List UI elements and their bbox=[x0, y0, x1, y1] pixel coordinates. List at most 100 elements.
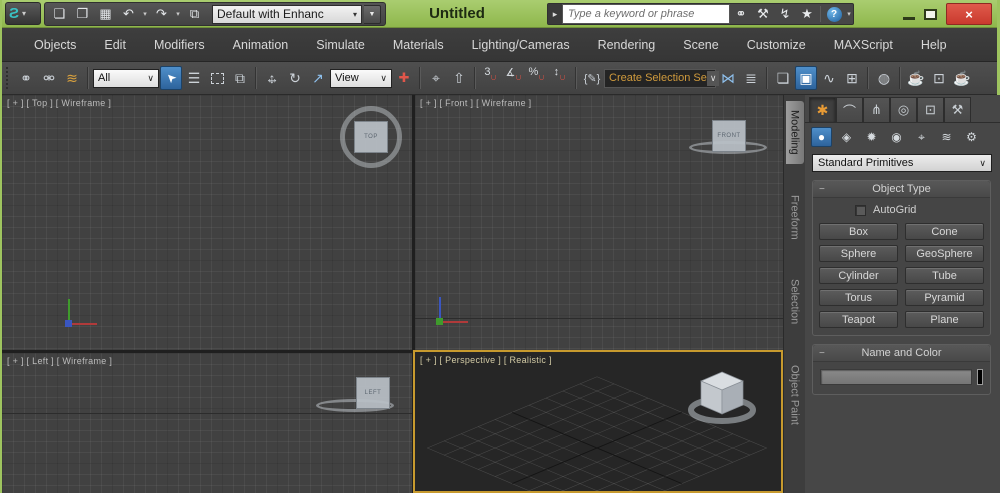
viewcube-front-face[interactable]: FRONT bbox=[712, 120, 746, 152]
subtab-helpers[interactable]: ⌖ bbox=[911, 127, 932, 147]
workspace-dropdown[interactable]: Default with Enhanc ▾ bbox=[212, 4, 362, 24]
subtab-geometry[interactable]: ● bbox=[811, 127, 832, 147]
menu-item[interactable]: Simulate bbox=[302, 30, 379, 60]
primitive-button[interactable]: Teapot bbox=[819, 311, 898, 328]
unlink-selection-button[interactable]: ⚮ bbox=[38, 66, 60, 90]
application-menu-button[interactable]: Ƨ ▾ bbox=[5, 2, 41, 25]
viewport-top-label[interactable]: [ + ] [ Top ] [ Wireframe ] bbox=[7, 98, 111, 108]
selection-filter-dropdown[interactable]: All ∨ bbox=[93, 68, 159, 88]
search-history-button[interactable]: ▸ bbox=[548, 4, 562, 24]
communication-center-icon[interactable]: ↯ bbox=[774, 4, 796, 24]
select-object-button[interactable]: ➤ bbox=[160, 66, 182, 90]
save-file-button[interactable]: ▦ bbox=[95, 4, 116, 24]
keyboard-override-button[interactable]: ⇧ bbox=[448, 66, 470, 90]
name-and-color-rollout-header[interactable]: − Name and Color bbox=[813, 345, 990, 362]
project-workspace-button[interactable]: ⧉ bbox=[184, 4, 205, 24]
favorites-star-icon[interactable]: ★ bbox=[796, 4, 818, 24]
subtab-cameras[interactable]: ◉ bbox=[886, 127, 907, 147]
scene-explorer-button[interactable]: ▣ bbox=[795, 66, 817, 90]
viewport-front[interactable]: [ + ] [ Front ] [ Wireframe ] FRONT bbox=[415, 95, 783, 350]
primitive-button[interactable]: Sphere bbox=[819, 245, 898, 262]
viewcube-top-face[interactable]: TOP bbox=[354, 121, 388, 153]
tab-utilities[interactable]: ⚒ bbox=[944, 97, 971, 122]
primitive-button[interactable]: Pyramid bbox=[905, 289, 984, 306]
select-and-scale-button[interactable]: ↗ bbox=[307, 66, 329, 90]
material-editor-button[interactable]: ◍ bbox=[873, 66, 895, 90]
select-and-move-button[interactable]: ↔ ↕ bbox=[261, 66, 283, 90]
curve-editor-button[interactable]: ∿ bbox=[818, 66, 840, 90]
subtab-systems[interactable]: ⚙ bbox=[961, 127, 982, 147]
render-production-button[interactable]: ☕ bbox=[951, 66, 973, 90]
menu-item[interactable]: Rendering bbox=[584, 30, 670, 60]
maximize-button[interactable] bbox=[924, 8, 937, 20]
search-input[interactable] bbox=[562, 4, 730, 24]
tab-create[interactable]: ✱ bbox=[809, 97, 836, 122]
primitive-button[interactable]: Plane bbox=[905, 311, 984, 328]
primitive-button[interactable]: Cone bbox=[905, 223, 984, 240]
help-button[interactable]: ? bbox=[823, 4, 845, 24]
align-button[interactable]: ≣ bbox=[740, 66, 762, 90]
rendered-frame-window-button[interactable]: ⊡ bbox=[928, 66, 950, 90]
percent-snap-button[interactable]: % ∩ bbox=[526, 66, 548, 90]
schematic-view-button[interactable]: ⊞ bbox=[841, 66, 863, 90]
ribbon-tab[interactable]: Freeform bbox=[786, 186, 804, 249]
reference-coordinate-dropdown[interactable]: View ∨ bbox=[330, 68, 392, 88]
select-and-link-button[interactable]: ⚭ bbox=[15, 66, 37, 90]
autogrid-checkbox[interactable] bbox=[855, 204, 866, 216]
angle-snap-button[interactable]: ∡ ∩ bbox=[503, 66, 525, 90]
menu-item[interactable]: Customize bbox=[733, 30, 820, 60]
subtab-lights[interactable]: ✹ bbox=[861, 127, 882, 147]
menu-item[interactable]: Materials bbox=[379, 30, 458, 60]
mirror-button[interactable]: ⋈ bbox=[717, 66, 739, 90]
rectangular-selection-region-button[interactable] bbox=[206, 66, 228, 90]
named-selection-sets-dropdown[interactable]: Create Selection Se ∨ bbox=[604, 68, 720, 88]
close-button[interactable]: × bbox=[946, 3, 992, 25]
snap-toggle-3d-button[interactable]: 3 ∩ bbox=[480, 66, 502, 90]
spinner-snap-button[interactable]: ↕ ∩ bbox=[549, 66, 571, 90]
viewcube-3d[interactable] bbox=[685, 364, 759, 426]
primitive-button[interactable]: Box bbox=[819, 223, 898, 240]
subtab-space-warps[interactable]: ≋ bbox=[936, 127, 957, 147]
menu-item[interactable]: Animation bbox=[219, 30, 303, 60]
use-pivot-center-button[interactable]: ⌖ bbox=[425, 66, 447, 90]
viewport-left-label[interactable]: [ + ] [ Left ] [ Wireframe ] bbox=[7, 356, 112, 366]
edit-named-selection-sets-button[interactable]: {✎} bbox=[581, 66, 603, 90]
object-type-rollout-header[interactable]: − Object Type bbox=[813, 181, 990, 198]
primitive-button[interactable]: Torus bbox=[819, 289, 898, 306]
primitive-button[interactable]: Tube bbox=[905, 267, 984, 284]
undo-history-caret[interactable]: ▾ bbox=[141, 10, 149, 18]
viewcube-left-face[interactable]: LEFT bbox=[356, 377, 390, 409]
menu-item[interactable]: MAXScript bbox=[820, 30, 907, 60]
select-and-manipulate-button[interactable]: ✚ bbox=[393, 66, 415, 90]
viewport-left[interactable]: [ + ] [ Left ] [ Wireframe ] LEFT bbox=[2, 353, 412, 493]
subscription-wrench-icon[interactable]: ⚒ bbox=[752, 4, 774, 24]
search-icon[interactable]: ⚭ bbox=[730, 4, 752, 24]
viewport-perspective[interactable]: [ + ] [ Perspective ] [ Realistic ] bbox=[413, 350, 783, 493]
minimize-button[interactable] bbox=[903, 16, 915, 20]
undo-button[interactable]: ↶ bbox=[118, 4, 139, 24]
viewport-front-label[interactable]: [ + ] [ Front ] [ Wireframe ] bbox=[420, 98, 531, 108]
primitive-button[interactable]: Cylinder bbox=[819, 267, 898, 284]
object-color-swatch[interactable] bbox=[977, 369, 983, 385]
workspace-menu-button[interactable]: ▼ bbox=[364, 4, 381, 24]
ribbon-tab[interactable]: Object Paint bbox=[786, 356, 804, 434]
open-file-button[interactable]: ❐ bbox=[72, 4, 93, 24]
menu-item[interactable]: Modifiers bbox=[140, 30, 219, 60]
ribbon-tab[interactable]: Selection bbox=[786, 270, 804, 333]
menu-item[interactable]: Edit bbox=[90, 30, 140, 60]
tab-display[interactable]: ⊡ bbox=[917, 97, 944, 122]
tab-hierarchy[interactable]: ⋔ bbox=[863, 97, 890, 122]
bind-to-space-warp-button[interactable]: ≋ bbox=[61, 66, 83, 90]
ribbon-tab[interactable]: Modeling bbox=[785, 101, 804, 164]
tab-motion[interactable]: ◎ bbox=[890, 97, 917, 122]
menu-item[interactable]: Objects bbox=[20, 30, 90, 60]
redo-button[interactable]: ↷ bbox=[151, 4, 172, 24]
primitive-button[interactable]: GeoSphere bbox=[905, 245, 984, 262]
subtab-shapes[interactable]: ◈ bbox=[836, 127, 857, 147]
layer-manager-button[interactable]: ❏ bbox=[772, 66, 794, 90]
category-dropdown[interactable]: Standard Primitives ∨ bbox=[812, 154, 992, 172]
help-caret-icon[interactable]: ▾ bbox=[845, 10, 853, 18]
object-name-input[interactable] bbox=[820, 369, 972, 385]
select-and-rotate-button[interactable]: ↻ bbox=[284, 66, 306, 90]
tab-modify[interactable]: ⌒ bbox=[836, 97, 863, 122]
